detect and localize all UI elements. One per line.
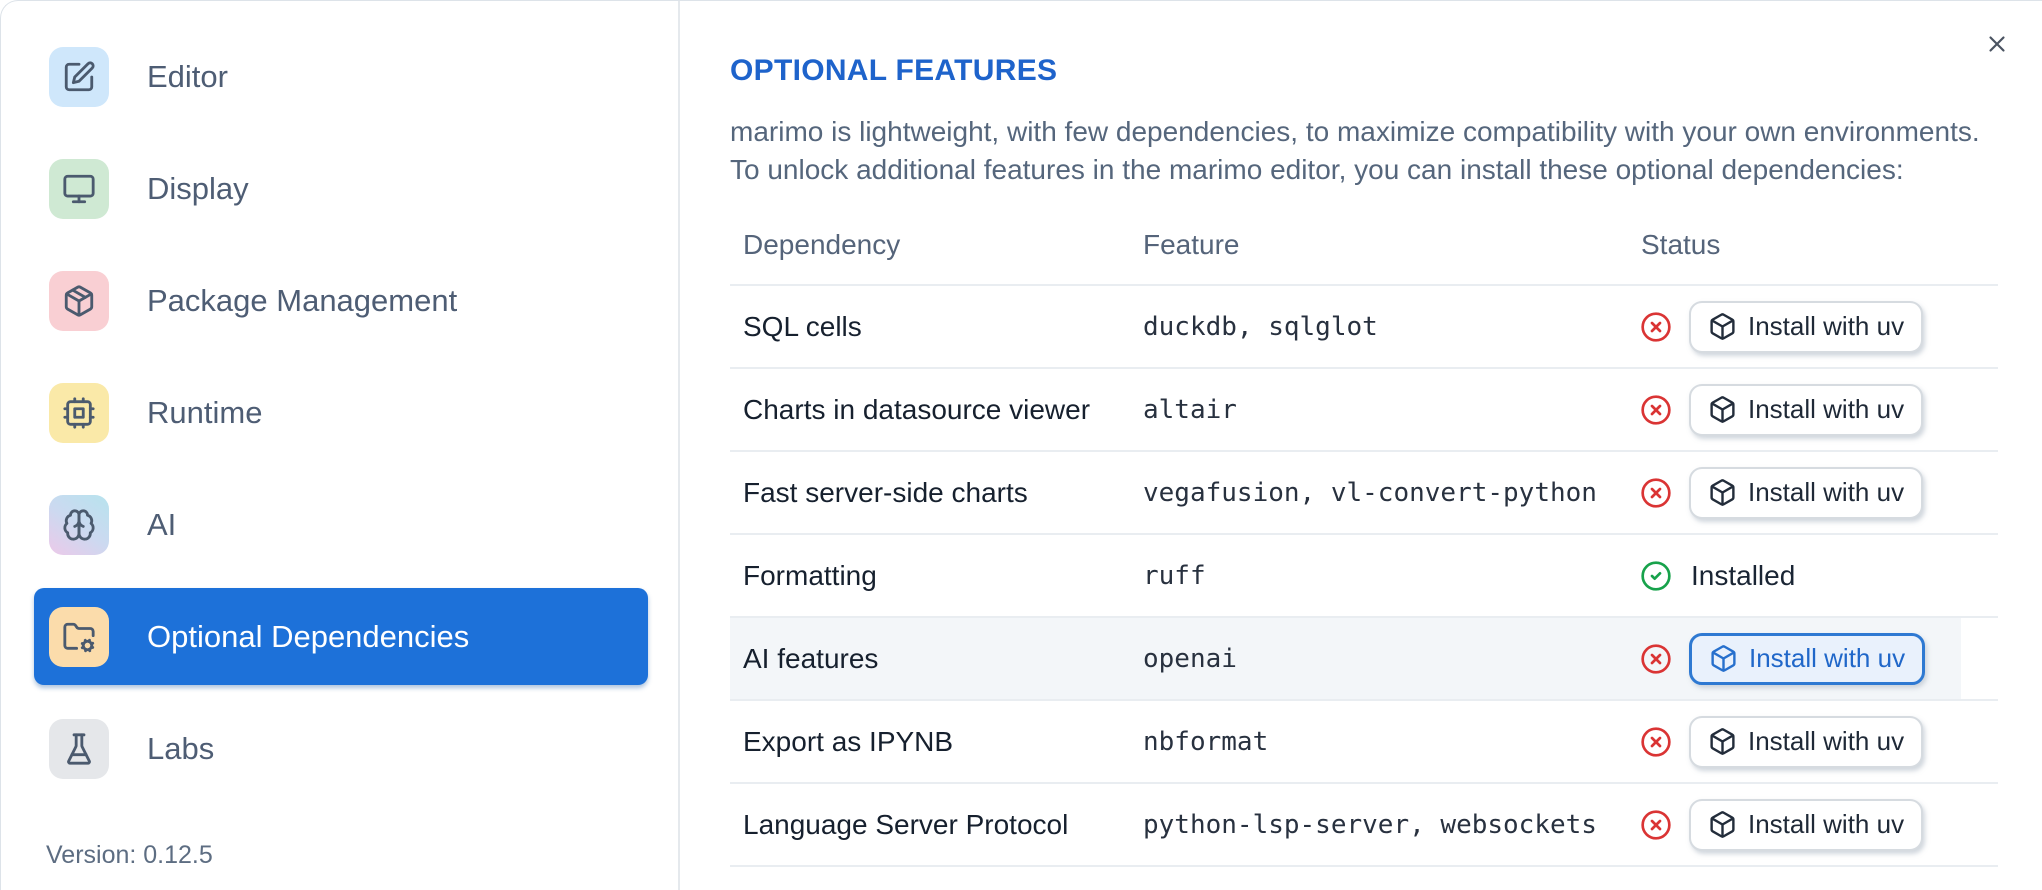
- install-button-label: Install with uv: [1748, 726, 1905, 756]
- sidebar-item-package-management[interactable]: Package Management: [34, 252, 648, 349]
- dependency-cell: Formatting: [743, 559, 877, 591]
- install-button-label: Install with uv: [1748, 809, 1905, 839]
- dependencies-table: Dependency Feature Status SQL cells duck…: [730, 206, 1998, 867]
- table-body: SQL cells duckdb, sqlglot Install with u…: [730, 284, 1998, 867]
- install-button-label: Install with uv: [1748, 394, 1905, 424]
- dependency-cell: Language Server Protocol: [743, 808, 1069, 840]
- sidebar-item-icon-box: [49, 382, 109, 443]
- sidebar-item-icon-box: [49, 494, 109, 555]
- feature-cell: openai: [1143, 643, 1237, 674]
- dependency-cell: Fast server-side charts: [743, 476, 1028, 508]
- column-header-status: Status: [1641, 229, 1721, 260]
- circle-x-icon: [1641, 726, 1671, 757]
- sidebar-item-display[interactable]: Display: [34, 140, 648, 237]
- feature-cell: ruff: [1143, 560, 1206, 591]
- status-cell: Install with uv: [1640, 300, 1998, 353]
- sidebar-item-ai[interactable]: AI: [34, 476, 648, 573]
- circle-x-icon: [1641, 809, 1671, 840]
- panel-description: marimo is lightweight, with few dependen…: [730, 116, 1980, 185]
- sidebar-item-label: Editor: [147, 58, 228, 94]
- feature-cell: nbformat: [1143, 726, 1269, 757]
- sidebar-item-label: Optional Dependencies: [147, 618, 470, 654]
- install-with-uv-button[interactable]: Install with uv: [1689, 383, 1924, 436]
- circle-x-icon: [1641, 643, 1671, 674]
- box-icon: [1710, 479, 1735, 506]
- install-with-uv-button[interactable]: Install with uv: [1689, 300, 1924, 353]
- status-cell: Installed: [1640, 560, 1998, 592]
- brain-icon: [63, 508, 95, 541]
- sidebar-item-labs[interactable]: Labs: [34, 700, 648, 797]
- install-with-uv-button[interactable]: Install with uv: [1689, 632, 1926, 685]
- column-header-feature: Feature: [1143, 229, 1240, 260]
- sidebar-nav: Editor Display Package Management Runtim…: [1, 28, 678, 797]
- circle-x-icon: [1641, 394, 1671, 425]
- version-label: Version: 0.12.5: [46, 841, 213, 869]
- cpu-icon: [63, 396, 95, 429]
- folder-cog-icon: [63, 622, 95, 652]
- sidebar-item-editor[interactable]: Editor: [34, 28, 648, 125]
- sidebar-item-label: Package Management: [147, 282, 458, 318]
- circle-x-icon: [1641, 477, 1671, 508]
- sidebar-item-label: Display: [147, 170, 249, 206]
- install-button-label: Install with uv: [1749, 643, 1906, 673]
- feature-cell: duckdb, sqlglot: [1143, 311, 1378, 342]
- installed-label: Installed: [1691, 559, 1796, 591]
- sidebar-item-icon-box: [49, 718, 109, 779]
- flask-icon: [67, 732, 91, 765]
- sidebar-item-runtime[interactable]: Runtime: [34, 364, 648, 461]
- optional-features-panel: OPTIONAL FEATURES marimo is lightweight,…: [680, 1, 2042, 890]
- box-icon: [1710, 811, 1735, 838]
- table-row: Formatting ruff Installed: [730, 533, 1998, 616]
- status-cell: Install with uv: [1640, 383, 1998, 436]
- sidebar-item-icon-box: [49, 158, 109, 219]
- close-button[interactable]: [1981, 28, 2013, 60]
- installed-status: Installed: [1640, 560, 1795, 592]
- status-cell: Install with uv: [1640, 798, 1998, 851]
- status-cell: Install with uv: [1640, 632, 1998, 685]
- sidebar-item-optional-dependencies[interactable]: Optional Dependencies: [34, 588, 648, 685]
- table-header: Dependency Feature Status: [730, 206, 1998, 284]
- dependency-cell: AI features: [743, 642, 879, 674]
- column-header-dependency: Dependency: [743, 229, 901, 260]
- feature-cell: python-lsp-server, websockets: [1143, 809, 1597, 840]
- table-row: Fast server-side charts vegafusion, vl-c…: [730, 450, 1998, 533]
- dependency-cell: Charts in datasource viewer: [743, 393, 1091, 425]
- sidebar-item-label: AI: [147, 506, 177, 542]
- box-icon: [1711, 645, 1736, 672]
- table-row: SQL cells duckdb, sqlglot Install with u…: [730, 284, 1998, 367]
- box-icon: [1710, 396, 1735, 423]
- table-row: Charts in datasource viewer altair Insta…: [730, 367, 1998, 450]
- sidebar-item-icon-box: [49, 606, 109, 667]
- close-icon: [1989, 36, 2005, 52]
- table-row: Export as IPYNB nbformat Install with uv: [730, 699, 1998, 782]
- feature-cell: altair: [1143, 394, 1237, 425]
- install-with-uv-button[interactable]: Install with uv: [1689, 715, 1924, 768]
- install-button-label: Install with uv: [1748, 477, 1905, 507]
- circle-x-icon: [1641, 311, 1671, 342]
- feature-cell: vegafusion, vl-convert-python: [1143, 477, 1597, 508]
- table-row: Language Server Protocol python-lsp-serv…: [730, 782, 1998, 867]
- sidebar-item-label: Labs: [147, 730, 215, 766]
- page-title: OPTIONAL FEATURES: [730, 54, 1058, 87]
- dependency-cell: Export as IPYNB: [743, 725, 954, 757]
- sidebar-item-label: Runtime: [147, 394, 263, 430]
- square-pen-icon: [64, 60, 95, 91]
- install-button-label: Install with uv: [1748, 311, 1905, 341]
- status-cell: Install with uv: [1640, 466, 1998, 519]
- package-icon: [64, 284, 94, 317]
- box-icon: [1710, 728, 1735, 755]
- sidebar-item-icon-box: [49, 46, 109, 107]
- install-with-uv-button[interactable]: Install with uv: [1689, 798, 1924, 851]
- dependency-cell: SQL cells: [743, 310, 862, 342]
- circle-check-icon: [1641, 560, 1671, 591]
- settings-dialog: Editor Display Package Management Runtim…: [0, 0, 2042, 890]
- box-icon: [1710, 313, 1735, 340]
- settings-sidebar: Editor Display Package Management Runtim…: [1, 1, 680, 890]
- monitor-icon: [63, 174, 95, 203]
- status-cell: Install with uv: [1640, 715, 1998, 768]
- sidebar-item-icon-box: [49, 270, 109, 331]
- install-with-uv-button[interactable]: Install with uv: [1689, 466, 1924, 519]
- table-row: AI features openai Install with uv: [730, 616, 1998, 699]
